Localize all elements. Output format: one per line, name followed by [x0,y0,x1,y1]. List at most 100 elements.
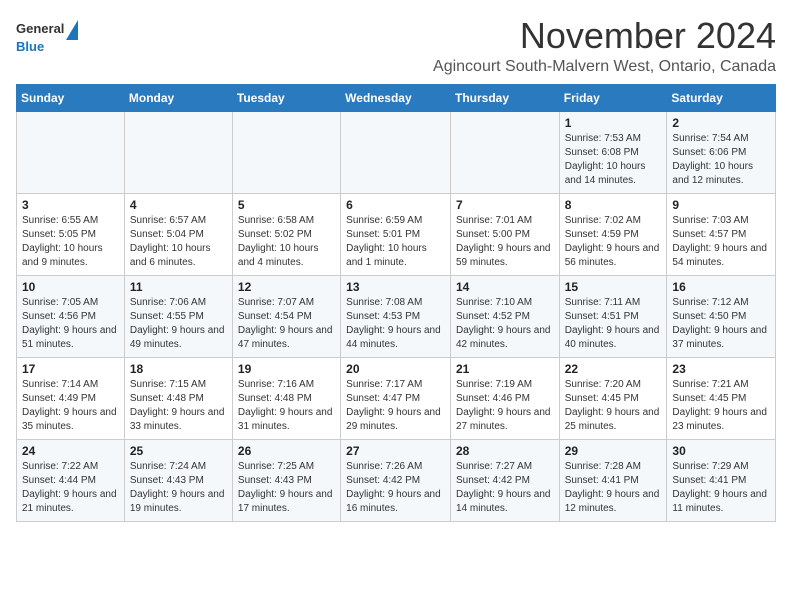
calendar-cell: 22Sunrise: 7:20 AM Sunset: 4:45 PM Dayli… [559,357,667,439]
day-info: Sunrise: 7:25 AM Sunset: 4:43 PM Dayligh… [238,460,335,516]
day-info: Sunrise: 7:27 AM Sunset: 4:42 PM Dayligh… [456,460,554,516]
day-info: Sunrise: 7:05 AM Sunset: 4:56 PM Dayligh… [22,296,119,352]
day-info: Sunrise: 7:19 AM Sunset: 4:46 PM Dayligh… [456,378,554,434]
day-info: Sunrise: 7:06 AM Sunset: 4:55 PM Dayligh… [130,296,227,352]
day-number: 20 [346,362,445,376]
day-number: 18 [130,362,227,376]
day-header-tuesday: Tuesday [232,84,340,111]
calendar-cell: 14 Sunrise: 7:10 AM Sunset: 4:52 PM Dayli… [450,275,559,357]
day-info: Sunrise: 6:58 AM Sunset: 5:02 PM Dayligh… [238,214,335,270]
calendar-cell [450,111,559,193]
day-number: 11 [130,280,227,294]
calendar-cell: 9 Sunrise: 7:03 AM Sunset: 4:57 PM Daylig… [667,193,776,275]
day-info: Sunrise: 7:21 AM Sunset: 4:45 PM Dayligh… [672,378,770,434]
calendar-cell: 29 Sunrise: 7:28 AM Sunset: 4:41 PM Dayli… [559,439,667,521]
day-info: Sunrise: 7:28 AM Sunset: 4:41 PM Dayligh… [565,460,662,516]
title-area: November 2024 Agincourt South-Malvern We… [84,16,776,76]
calendar-cell: 26 Sunrise: 7:25 AM Sunset: 4:43 PM Dayli… [232,439,340,521]
day-info: Sunrise: 7:12 AM Sunset: 4:50 PM Dayligh… [672,296,770,352]
calendar-cell [341,111,451,193]
day-info: Sunrise: 7:11 AM Sunset: 4:51 PM Dayligh… [565,296,662,352]
day-info: Sunrise: 7:16 AM Sunset: 4:48 PM Dayligh… [238,378,335,434]
day-info: Sunrise: 7:20 AM Sunset: 4:45 PM Dayligh… [565,378,662,434]
week-row-4: 24Sunrise: 7:22 AM Sunset: 4:44 PM Dayli… [17,439,776,521]
day-number: 27 [346,444,445,458]
location-title: Agincourt South-Malvern West, Ontario, C… [84,58,776,76]
calendar-cell: 19 Sunrise: 7:16 AM Sunset: 4:48 PM Dayli… [232,357,340,439]
calendar-cell: 13Sunrise: 7:08 AM Sunset: 4:53 PM Dayli… [341,275,451,357]
calendar-cell: 16Sunrise: 7:12 AM Sunset: 4:50 PM Dayli… [667,275,776,357]
day-number: 6 [346,198,445,212]
day-header-sunday: Sunday [17,84,125,111]
calendar-cell: 7 Sunrise: 7:01 AM Sunset: 5:00 PM Daylig… [450,193,559,275]
calendar-cell: 6 Sunrise: 6:59 AM Sunset: 5:01 PM Daylig… [341,193,451,275]
day-number: 19 [238,362,335,376]
week-row-2: 10 Sunrise: 7:05 AM Sunset: 4:56 PM Dayli… [17,275,776,357]
day-info: Sunrise: 7:22 AM Sunset: 4:44 PM Dayligh… [22,460,119,516]
calendar-cell: 23 Sunrise: 7:21 AM Sunset: 4:45 PM Dayli… [667,357,776,439]
week-row-3: 17 Sunrise: 7:14 AM Sunset: 4:49 PM Dayli… [17,357,776,439]
calendar-cell: 21 Sunrise: 7:19 AM Sunset: 4:46 PM Dayli… [450,357,559,439]
calendar-cell: 24Sunrise: 7:22 AM Sunset: 4:44 PM Dayli… [17,439,125,521]
day-info: Sunrise: 7:02 AM Sunset: 4:59 PM Dayligh… [565,214,662,270]
day-number: 2 [672,116,770,130]
day-number: 29 [565,444,662,458]
day-header-friday: Friday [559,84,667,111]
day-info: Sunrise: 6:57 AM Sunset: 5:04 PM Dayligh… [130,214,227,270]
days-header-row: SundayMondayTuesdayWednesdayThursdayFrid… [17,84,776,111]
day-number: 8 [565,198,662,212]
day-number: 26 [238,444,335,458]
day-info: Sunrise: 6:55 AM Sunset: 5:05 PM Dayligh… [22,214,119,270]
day-number: 21 [456,362,554,376]
day-info: Sunrise: 7:17 AM Sunset: 4:47 PM Dayligh… [346,378,445,434]
calendar-cell: 5 Sunrise: 6:58 AM Sunset: 5:02 PM Daylig… [232,193,340,275]
day-info: Sunrise: 7:26 AM Sunset: 4:42 PM Dayligh… [346,460,445,516]
calendar-cell: 10 Sunrise: 7:05 AM Sunset: 4:56 PM Dayli… [17,275,125,357]
day-header-monday: Monday [124,84,232,111]
day-number: 10 [22,280,119,294]
calendar-cell: 25Sunrise: 7:24 AM Sunset: 4:43 PM Dayli… [124,439,232,521]
day-number: 25 [130,444,227,458]
week-row-1: 3 Sunrise: 6:55 AM Sunset: 5:05 PM Daylig… [17,193,776,275]
calendar-cell [232,111,340,193]
day-header-thursday: Thursday [450,84,559,111]
day-number: 3 [22,198,119,212]
calendar-cell [124,111,232,193]
day-number: 23 [672,362,770,376]
calendar-cell: 3 Sunrise: 6:55 AM Sunset: 5:05 PM Daylig… [17,193,125,275]
day-info: Sunrise: 7:03 AM Sunset: 4:57 PM Dayligh… [672,214,770,270]
calendar-cell: 12Sunrise: 7:07 AM Sunset: 4:54 PM Dayli… [232,275,340,357]
day-number: 9 [672,198,770,212]
calendar-cell: 30 Sunrise: 7:29 AM Sunset: 4:41 PM Dayli… [667,439,776,521]
day-info: Sunrise: 7:29 AM Sunset: 4:41 PM Dayligh… [672,460,770,516]
day-number: 4 [130,198,227,212]
calendar-cell: 28 Sunrise: 7:27 AM Sunset: 4:42 PM Dayli… [450,439,559,521]
day-info: Sunrise: 6:59 AM Sunset: 5:01 PM Dayligh… [346,214,445,270]
logo: General Blue [16,20,64,56]
day-number: 1 [565,116,662,130]
calendar-table: SundayMondayTuesdayWednesdayThursdayFrid… [16,84,776,522]
day-number: 7 [456,198,554,212]
day-info: Sunrise: 7:14 AM Sunset: 4:49 PM Dayligh… [22,378,119,434]
week-row-0: 1 Sunrise: 7:53 AM Sunset: 6:08 PM Daylig… [17,111,776,193]
day-number: 30 [672,444,770,458]
calendar-cell: 2Sunrise: 7:54 AM Sunset: 6:06 PM Daylig… [667,111,776,193]
day-number: 14 [456,280,554,294]
day-number: 12 [238,280,335,294]
day-number: 15 [565,280,662,294]
calendar-cell: 8 Sunrise: 7:02 AM Sunset: 4:59 PM Daylig… [559,193,667,275]
day-info: Sunrise: 7:53 AM Sunset: 6:08 PM Dayligh… [565,132,662,188]
day-number: 28 [456,444,554,458]
day-number: 5 [238,198,335,212]
day-number: 13 [346,280,445,294]
day-number: 17 [22,362,119,376]
page-header: General Blue November 2024 Agincourt Sou… [16,16,776,76]
calendar-cell: 4 Sunrise: 6:57 AM Sunset: 5:04 PM Daylig… [124,193,232,275]
calendar-cell: 15 Sunrise: 7:11 AM Sunset: 4:51 PM Dayli… [559,275,667,357]
month-title: November 2024 [84,16,776,56]
day-info: Sunrise: 7:10 AM Sunset: 4:52 PM Dayligh… [456,296,554,352]
day-info: Sunrise: 7:01 AM Sunset: 5:00 PM Dayligh… [456,214,554,270]
day-header-wednesday: Wednesday [341,84,451,111]
day-header-saturday: Saturday [667,84,776,111]
calendar-cell: 17 Sunrise: 7:14 AM Sunset: 4:49 PM Dayli… [17,357,125,439]
